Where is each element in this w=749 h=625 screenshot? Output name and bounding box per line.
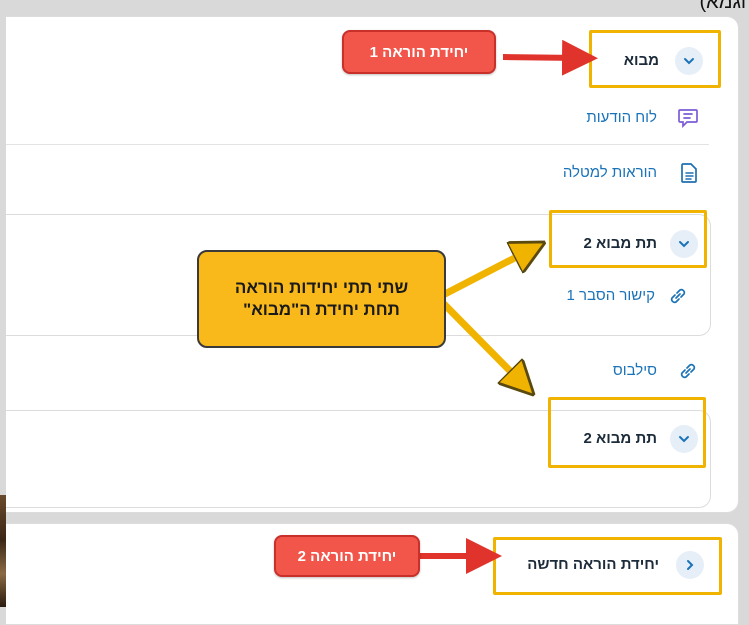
annotation-tag-unit-1: יחידת הוראה 1 xyxy=(342,30,496,74)
note-line-1: שתי תתי יחידות הוראה xyxy=(234,278,409,297)
arrow-to-sub-unit-b xyxy=(440,300,522,383)
arrow-to-sub-unit-a xyxy=(441,250,530,299)
arrow-to-unit-1 xyxy=(502,39,598,76)
annotation-tag-unit-2: יחידת הוראה 2 xyxy=(274,535,420,577)
note-line-2: תחת יחידת ה"מבוא" xyxy=(243,300,400,319)
annotation-note-sub-units: שתי תתי יחידות הוראה תחת יחידת ה"מבוא" xyxy=(197,250,446,348)
